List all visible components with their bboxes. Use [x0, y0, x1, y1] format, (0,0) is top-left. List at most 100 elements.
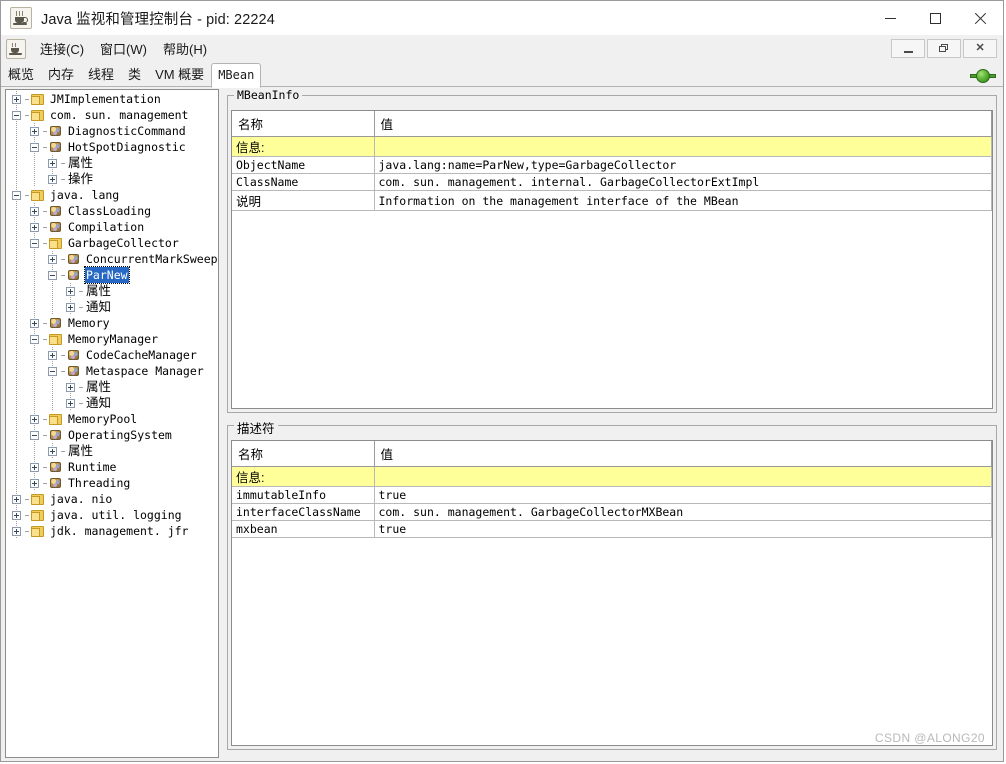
tree-expand-icon[interactable] [66, 286, 75, 296]
tree-expand-icon[interactable] [66, 398, 75, 408]
tree-node[interactable]: HotSpotDiagnostic [6, 139, 218, 155]
tree-node[interactable]: OperatingSystem [6, 427, 218, 443]
mbean-tree-panel[interactable]: JMImplementation com. sun. management Diag… [5, 89, 219, 758]
tree-node[interactable]: 属性 [6, 443, 218, 459]
tree-expand-icon[interactable] [66, 302, 75, 312]
tree-node-label[interactable]: jdk. management. jfr [49, 523, 189, 539]
tree-node[interactable]: ConcurrentMarkSweep [6, 251, 218, 267]
table-row[interactable]: 信息: [232, 136, 992, 157]
tree-node-label[interactable]: 属性 [85, 379, 112, 395]
tree-node[interactable]: DiagnosticCommand [6, 123, 218, 139]
window-maximize-button[interactable] [913, 1, 958, 35]
tree-node[interactable]: java. nio [6, 491, 218, 507]
tree-expand-icon[interactable] [12, 526, 21, 536]
tree-node-label[interactable]: 属性 [85, 283, 112, 299]
tree-node-label[interactable]: 通知 [85, 299, 112, 315]
tab-overview[interactable]: 概览 [1, 64, 41, 87]
tree-expand-icon[interactable] [12, 494, 21, 504]
tree-node-label[interactable]: MemoryPool [67, 411, 138, 427]
tree-node[interactable]: 属性 [6, 155, 218, 171]
tree-node[interactable]: 通知 [6, 299, 218, 315]
tree-node[interactable]: GarbageCollector [6, 235, 218, 251]
tree-expand-icon[interactable] [30, 222, 39, 232]
tree-node-label[interactable]: OperatingSystem [67, 427, 173, 443]
tree-collapse-icon[interactable] [30, 238, 39, 248]
tree-collapse-icon[interactable] [48, 366, 57, 376]
menu-item-window[interactable]: 窗口(W) [93, 36, 154, 61]
descriptors-table-scroll[interactable]: 名称 值 信息: immutableInfo true interfaceClassN… [231, 440, 993, 746]
tree-node[interactable]: MemoryPool [6, 411, 218, 427]
tree-node-label[interactable]: Runtime [67, 459, 117, 475]
tree-node[interactable]: Compilation [6, 219, 218, 235]
tree-node-label[interactable]: Memory [67, 315, 111, 331]
tree-expand-icon[interactable] [12, 94, 21, 104]
tab-threads[interactable]: 线程 [81, 64, 121, 87]
table-row[interactable]: 说明 Information on the management interfac… [232, 190, 992, 211]
tree-node-label[interactable]: 操作 [67, 171, 94, 187]
column-header-name[interactable]: 名称 [232, 441, 375, 467]
column-header-name[interactable]: 名称 [232, 111, 375, 137]
tree-node[interactable]: java. lang [6, 187, 218, 203]
window-close-button[interactable] [958, 1, 1003, 35]
tree-node-label[interactable]: 属性 [67, 155, 94, 171]
menu-item-help[interactable]: 帮助(H) [156, 36, 214, 61]
tab-classes[interactable]: 类 [121, 64, 148, 87]
tree-expand-icon[interactable] [48, 174, 57, 184]
tree-node-label[interactable]: java. util. logging [49, 507, 183, 523]
table-row[interactable]: interfaceClassName com. sun. management. … [232, 503, 992, 521]
tree-node[interactable]: MemoryManager [6, 331, 218, 347]
tree-node[interactable]: 属性 [6, 379, 218, 395]
column-header-value[interactable]: 值 [374, 111, 992, 137]
tree-node-label[interactable]: 通知 [85, 395, 112, 411]
tree-node-label[interactable]: com. sun. management [49, 107, 189, 123]
tree-node-label[interactable]: java. lang [49, 187, 120, 203]
tree-expand-icon[interactable] [30, 478, 39, 488]
tree-expand-icon[interactable] [30, 206, 39, 216]
tree-collapse-icon[interactable] [30, 430, 39, 440]
tree-node-label[interactable]: Threading [67, 475, 131, 491]
tree-node[interactable]: Threading [6, 475, 218, 491]
tab-memory[interactable]: 内存 [41, 64, 81, 87]
tab-vm-summary[interactable]: VM 概要 [148, 64, 211, 87]
table-row[interactable]: immutableInfo true [232, 486, 992, 504]
mbeaninfo-table-scroll[interactable]: 名称 值 信息: ObjectName java.lang:name=ParNew,… [231, 110, 993, 409]
tree-expand-icon[interactable] [48, 446, 57, 456]
tree-node-label[interactable]: Metaspace Manager [85, 363, 205, 379]
tree-node-label-selected[interactable]: ParNew [84, 266, 130, 284]
table-row[interactable]: ClassName com. sun. management. internal.… [232, 173, 992, 191]
tree-collapse-icon[interactable] [12, 110, 21, 120]
tree-expand-icon[interactable] [30, 318, 39, 328]
tree-node[interactable]: Memory [6, 315, 218, 331]
mdi-close-button[interactable]: ✕ [963, 39, 997, 58]
tree-node-label[interactable]: 属性 [67, 443, 94, 459]
mdi-minimize-button[interactable] [891, 39, 925, 58]
table-row[interactable]: 信息: [232, 466, 992, 487]
tree-node-label[interactable]: ConcurrentMarkSweep [85, 251, 218, 267]
tree-expand-icon[interactable] [30, 126, 39, 136]
tree-node[interactable]: jdk. management. jfr [6, 523, 218, 539]
tree-expand-icon[interactable] [48, 350, 57, 360]
tree-node-label[interactable]: JMImplementation [49, 91, 162, 107]
tree-node[interactable]: ClassLoading [6, 203, 218, 219]
tree-node[interactable]: com. sun. management [6, 107, 218, 123]
tree-node-label[interactable]: HotSpotDiagnostic [67, 139, 187, 155]
tree-expand-icon[interactable] [66, 382, 75, 392]
tree-node[interactable]: ParNew [6, 266, 218, 284]
tree-expand-icon[interactable] [30, 414, 39, 424]
tree-node-label[interactable]: MemoryManager [67, 331, 159, 347]
tree-expand-icon[interactable] [48, 254, 57, 264]
tree-expand-icon[interactable] [12, 510, 21, 520]
tree-node[interactable]: Runtime [6, 459, 218, 475]
window-minimize-button[interactable] [868, 1, 913, 35]
menu-item-connection[interactable]: 连接(C) [33, 36, 91, 61]
tree-collapse-icon[interactable] [30, 142, 39, 152]
tab-mbean[interactable]: MBean [211, 63, 262, 88]
mdi-restore-button[interactable] [927, 39, 961, 58]
tree-node-label[interactable]: ClassLoading [67, 203, 152, 219]
tree-node-label[interactable]: GarbageCollector [67, 235, 180, 251]
tree-node[interactable]: 通知 [6, 395, 218, 411]
tree-node[interactable]: 操作 [6, 171, 218, 187]
tree-collapse-icon[interactable] [48, 270, 57, 280]
tree-node-label[interactable]: Compilation [67, 219, 145, 235]
tree-node[interactable]: 属性 [6, 283, 218, 299]
